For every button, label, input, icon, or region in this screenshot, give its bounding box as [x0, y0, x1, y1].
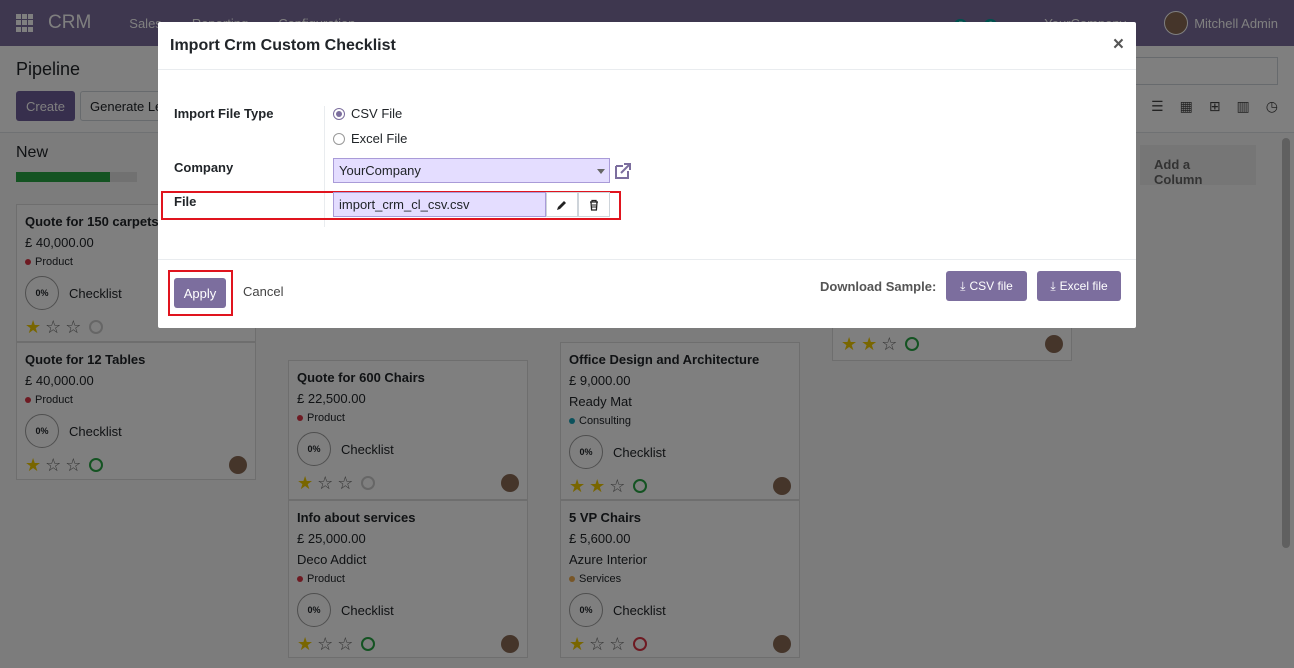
- company-select[interactable]: YourCompany: [333, 158, 610, 183]
- external-link-icon[interactable]: [613, 161, 633, 181]
- company-select-value: YourCompany: [339, 163, 421, 178]
- delete-file-button[interactable]: [578, 192, 610, 217]
- modal-header: Import Crm Custom Checklist ×: [158, 22, 1136, 70]
- download-excel-label: Excel file: [1059, 279, 1108, 293]
- download-icon: ⤓: [1050, 278, 1056, 293]
- close-icon[interactable]: ×: [1113, 34, 1124, 56]
- radio-csv-file[interactable]: CSV File: [333, 106, 402, 121]
- radio-checked-icon[interactable]: [333, 107, 345, 120]
- radio-excel-label: Excel File: [351, 131, 408, 146]
- cancel-button[interactable]: Cancel: [243, 284, 283, 299]
- radio-unchecked-icon[interactable]: [333, 132, 345, 145]
- file-name-field[interactable]: import_crm_cl_csv.csv: [333, 192, 546, 217]
- modal-footer: Apply Cancel Download Sample: ⤓ CSV file…: [158, 259, 1136, 328]
- download-excel-button[interactable]: ⤓ Excel file: [1037, 271, 1121, 301]
- import-dialog: Import Crm Custom Checklist × Import Fil…: [158, 22, 1136, 328]
- import-file-type-label: Import File Type: [174, 106, 274, 121]
- apply-button[interactable]: Apply: [174, 278, 226, 308]
- radio-csv-label: CSV File: [351, 106, 403, 121]
- pencil-icon: [557, 200, 566, 210]
- download-csv-button[interactable]: ⤓ CSV file: [946, 271, 1027, 301]
- company-label: Company: [174, 160, 234, 175]
- download-icon: ⤓: [960, 278, 966, 293]
- modal-body: Import File Type CSV File Excel File Com…: [158, 70, 1136, 259]
- file-label: File: [174, 194, 197, 209]
- edit-file-button[interactable]: [546, 192, 578, 217]
- download-sample-label: Download Sample:: [820, 279, 937, 294]
- radio-excel-file[interactable]: Excel File: [333, 131, 407, 146]
- trash-icon: [590, 199, 598, 211]
- modal-title: Import Crm Custom Checklist: [170, 37, 396, 54]
- download-csv-label: CSV file: [969, 279, 1013, 293]
- chevron-down-icon: [597, 169, 605, 174]
